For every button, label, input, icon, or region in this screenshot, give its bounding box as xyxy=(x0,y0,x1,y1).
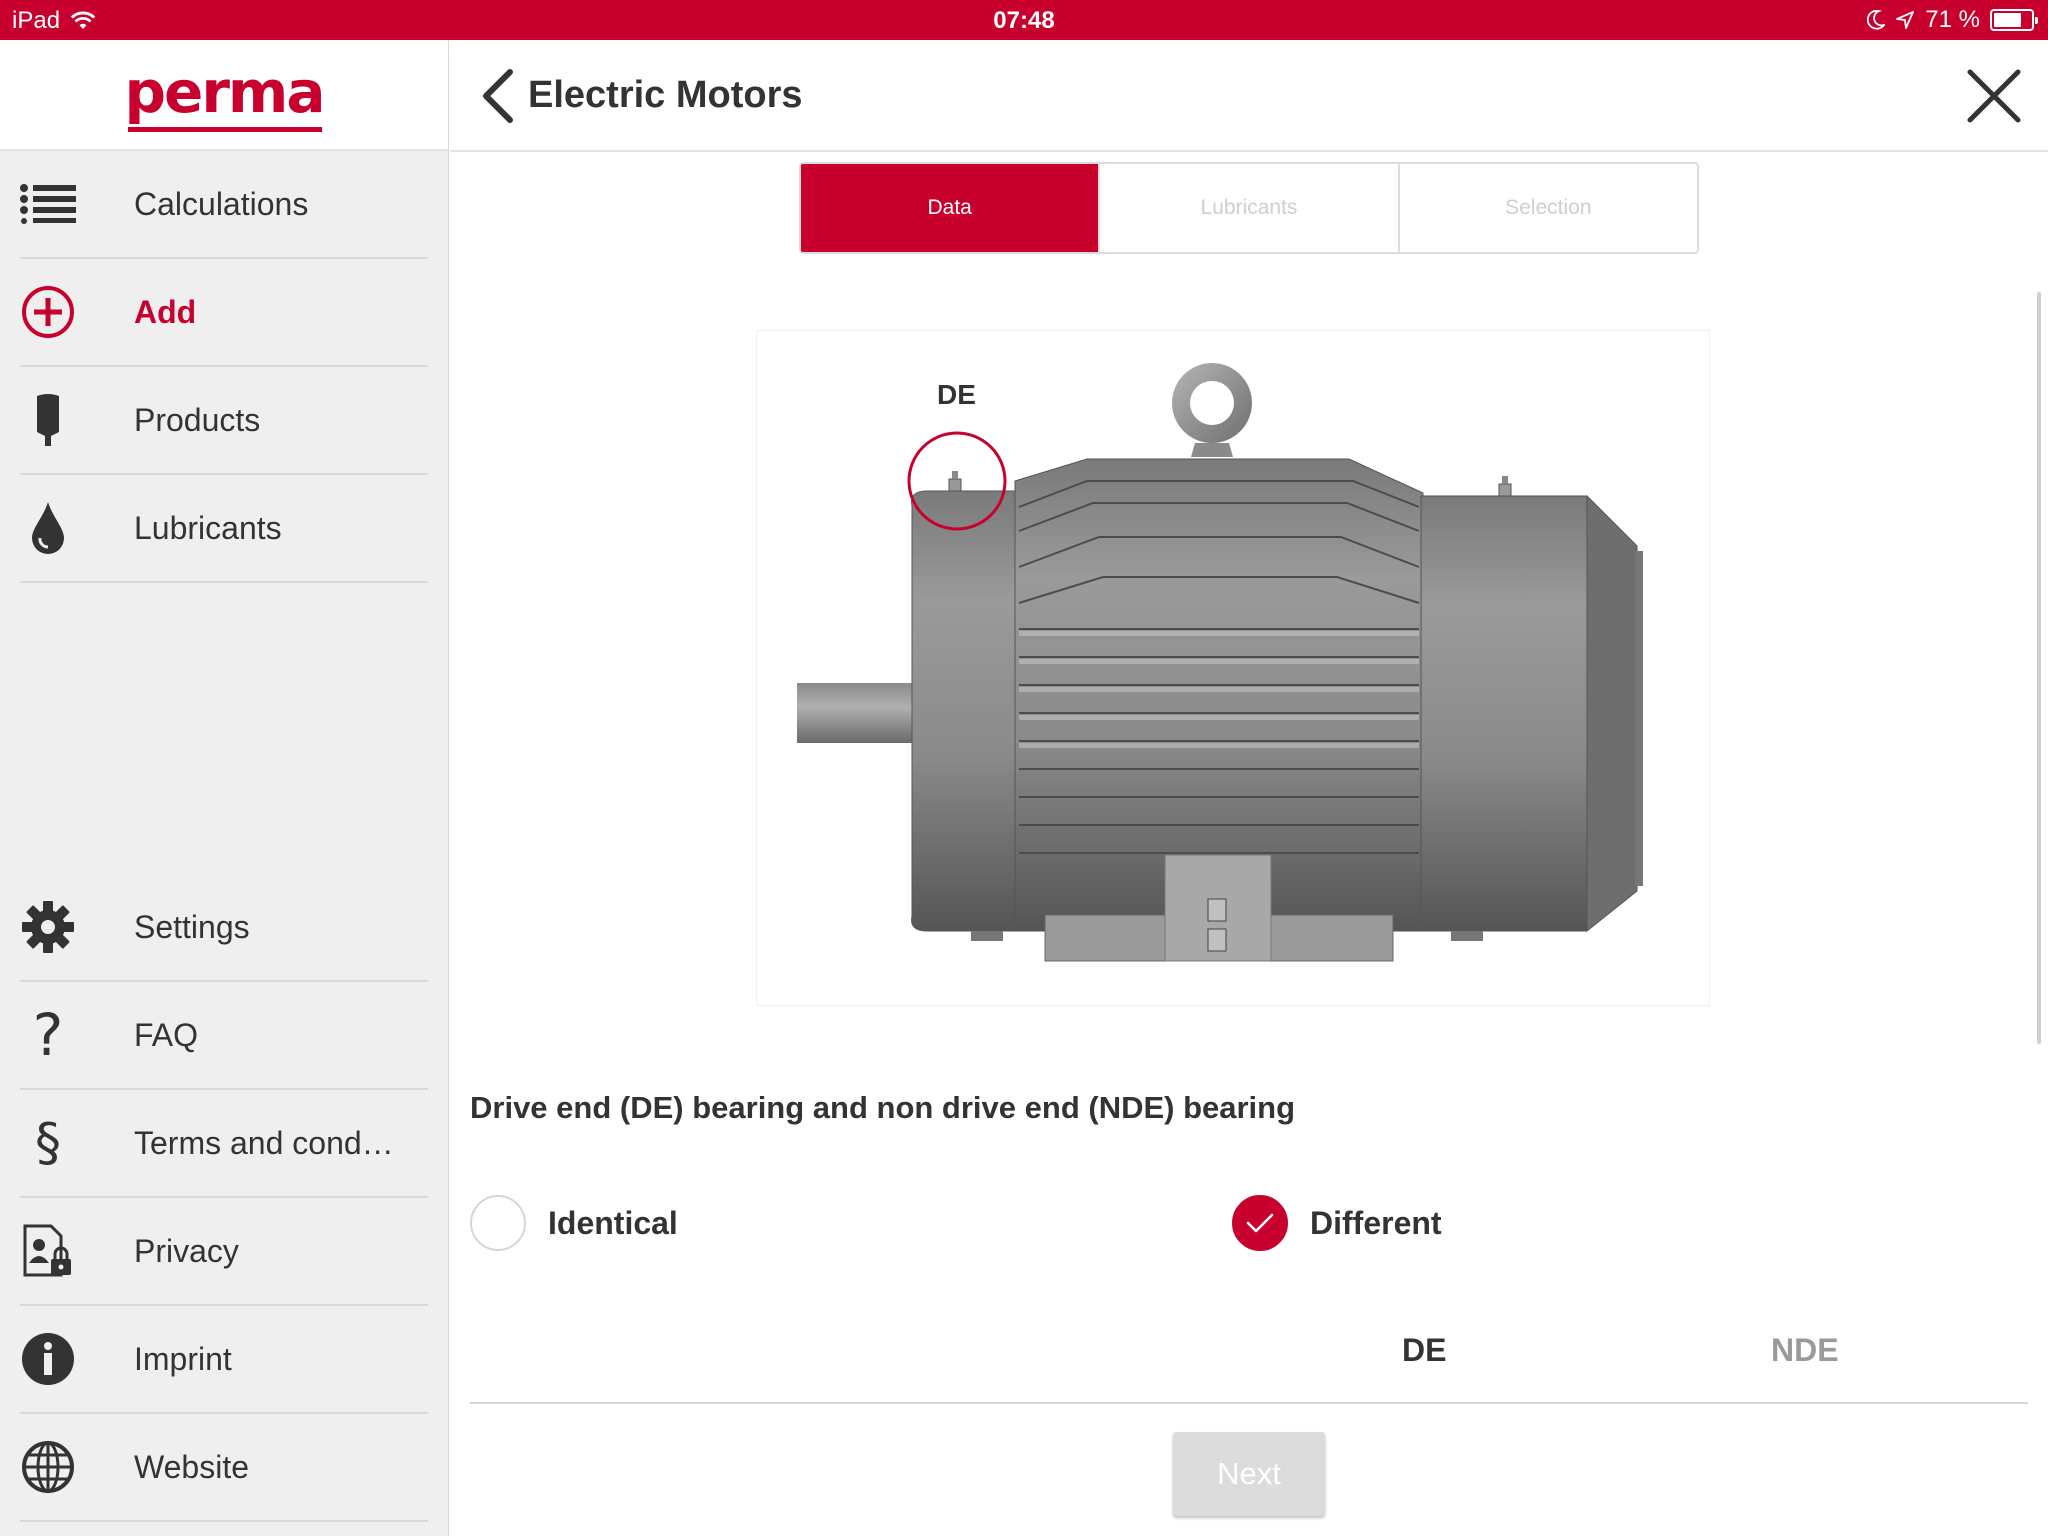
de-marker-label: DE xyxy=(937,379,976,410)
info-icon xyxy=(20,1331,76,1387)
radio-different[interactable] xyxy=(1232,1195,1288,1251)
sidebar-item-lubricants[interactable]: Lubricants xyxy=(20,475,428,583)
motor-illustration: DE xyxy=(756,330,1710,1006)
section-icon: § xyxy=(35,1113,61,1173)
back-chevron-icon[interactable] xyxy=(478,66,518,126)
sidebar-item-label: Terms and cond… xyxy=(134,1124,394,1161)
sidebar-item-settings[interactable]: Settings xyxy=(20,874,428,982)
clock: 07:48 xyxy=(993,7,1055,34)
electric-motor-image xyxy=(797,363,1643,962)
tab-de[interactable]: DE xyxy=(1402,1332,1446,1369)
option-label: Different xyxy=(1310,1204,1442,1241)
sidebar-item-website[interactable]: Website xyxy=(20,1414,428,1522)
option-label: Identical xyxy=(548,1204,678,1241)
bearing-question: Drive end (DE) bearing and non drive end… xyxy=(470,1090,1296,1125)
tab-selection[interactable]: Selection xyxy=(1397,164,1697,252)
sidebar-item-label: Website xyxy=(134,1448,250,1485)
sidebar-item-label: Imprint xyxy=(134,1340,232,1377)
sidebar-item-imprint[interactable]: Imprint xyxy=(20,1306,428,1414)
scrollbar[interactable] xyxy=(2037,292,2041,1044)
logo-area: perma xyxy=(0,40,448,151)
option-different[interactable]: Different xyxy=(1232,1195,1442,1251)
tab-data[interactable]: Data xyxy=(801,164,1099,252)
list-icon xyxy=(20,176,76,232)
sidebar-item-calculations[interactable]: Calculations xyxy=(20,151,428,259)
sidebar-item-add[interactable]: Add xyxy=(20,259,428,367)
close-icon[interactable] xyxy=(1966,68,2022,124)
tab-lubricants[interactable]: Lubricants xyxy=(1098,164,1398,252)
status-bar: iPad 07:48 71 % xyxy=(0,0,2048,40)
page-title: Electric Motors xyxy=(528,74,803,116)
divider xyxy=(470,1402,2028,1404)
globe-icon xyxy=(20,1439,76,1495)
header: Electric Motors xyxy=(450,40,2048,152)
perma-logo[interactable]: perma xyxy=(124,58,326,132)
location-arrow-icon xyxy=(1896,11,1915,29)
tab-nde[interactable]: NDE xyxy=(1771,1332,1839,1369)
sidebar-item-label: Settings xyxy=(134,908,250,945)
sidebar-item-terms[interactable]: § Terms and cond… xyxy=(20,1090,428,1198)
sidebar-item-label: Products xyxy=(134,401,261,438)
sidebar-item-label: FAQ xyxy=(134,1016,199,1053)
sidebar: perma Calculations Add Products Lubrican… xyxy=(0,40,449,1536)
question-icon: ? xyxy=(32,1001,64,1069)
sidebar-item-label: Add xyxy=(134,293,197,330)
next-button[interactable]: Next xyxy=(1173,1432,1325,1516)
battery-percentage: 71 % xyxy=(1925,6,1980,33)
drop-icon xyxy=(20,500,76,556)
sidebar-item-label: Lubricants xyxy=(134,509,282,546)
step-tabs: Data Lubricants Selection xyxy=(799,162,1699,254)
battery-icon xyxy=(1990,9,2038,31)
sidebar-item-faq[interactable]: ? FAQ xyxy=(20,982,428,1090)
sidebar-item-privacy[interactable]: Privacy xyxy=(20,1198,428,1306)
checkmark-icon xyxy=(1246,1213,1274,1233)
radio-identical[interactable] xyxy=(470,1195,526,1251)
option-identical[interactable]: Identical xyxy=(470,1195,678,1251)
sidebar-item-products[interactable]: Products xyxy=(20,367,428,475)
sidebar-item-label: Calculations xyxy=(134,185,309,222)
add-circle-icon xyxy=(20,284,76,340)
gear-icon xyxy=(20,899,76,955)
moon-icon xyxy=(1867,10,1886,30)
sidebar-item-label: Privacy xyxy=(134,1232,239,1269)
lubricator-icon xyxy=(20,392,76,448)
privacy-document-icon xyxy=(20,1223,76,1279)
